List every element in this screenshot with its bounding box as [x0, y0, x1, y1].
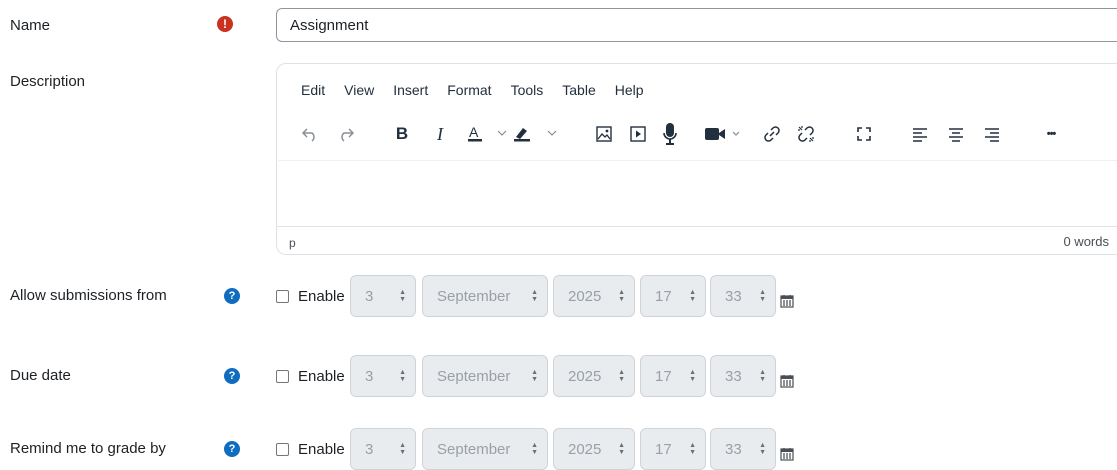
chevron-up-down-icon: ▲ ▼ [618, 289, 625, 303]
align-center-icon[interactable] [945, 118, 967, 150]
chevron-up-down-icon: ▲ ▼ [531, 289, 538, 303]
question-circle-icon[interactable]: ? [224, 368, 240, 384]
remind-me-to-grade-by-minute-select[interactable]: 33 ▲ ▼ [710, 428, 776, 470]
description-editor: Edit View Insert Format Tools Table Help… [276, 63, 1117, 255]
word-count: 0 words [1063, 234, 1109, 249]
bold-icon[interactable]: B [391, 118, 413, 150]
allow-submissions-from-enable-label: Enable [298, 288, 345, 305]
minute-value: 33 [725, 440, 742, 458]
image-icon[interactable] [593, 118, 615, 150]
remind-me-to-grade-by-enable-label: Enable [298, 441, 345, 458]
calendar-icon[interactable] [780, 447, 794, 461]
year-value: 2025 [568, 287, 602, 305]
svg-text:A: A [469, 124, 479, 140]
allow-submissions-from-month-select[interactable]: September ▲ ▼ [422, 275, 548, 317]
editor-menubar: Edit View Insert Format Tools Table Help [301, 82, 663, 98]
more-icon[interactable]: ••• [1039, 118, 1063, 150]
chevron-up-down-icon: ▲ ▼ [689, 442, 696, 456]
chevron-up-down-icon: ▲ ▼ [759, 289, 766, 303]
record-video-icon[interactable] [703, 118, 747, 150]
year-value: 2025 [568, 440, 602, 458]
chevron-up-down-icon: ▲ ▼ [531, 369, 538, 383]
question-circle-icon[interactable]: ? [224, 441, 240, 457]
due-date-hour-select[interactable]: 17 ▲ ▼ [640, 355, 706, 397]
month-value: September [437, 367, 511, 385]
calendar-icon[interactable] [780, 294, 794, 308]
allow-submissions-from-hour-select[interactable]: 17 ▲ ▼ [640, 275, 706, 317]
question-circle-icon[interactable]: ? [224, 288, 240, 304]
menu-edit[interactable]: Edit [301, 82, 325, 98]
remind-me-to-grade-by-year-select[interactable]: 2025 ▲ ▼ [553, 428, 635, 470]
bold-glyph: B [395, 124, 409, 143]
due-date-enable-checkbox[interactable] [276, 370, 289, 383]
day-value: 3 [365, 367, 374, 385]
allow-submissions-from-year-select[interactable]: 2025 ▲ ▼ [553, 275, 635, 317]
unlink-icon[interactable] [795, 118, 817, 150]
calendar-icon[interactable] [780, 374, 794, 388]
month-value: September [437, 287, 511, 305]
remind-me-to-grade-by-day-select[interactable]: 3 ▲ ▼ [350, 428, 416, 470]
chevron-up-down-icon: ▲ ▼ [531, 442, 538, 456]
due-date-day-select[interactable]: 3 ▲ ▼ [350, 355, 416, 397]
chevron-up-down-icon: ▲ ▼ [689, 369, 696, 383]
menu-help[interactable]: Help [615, 82, 644, 98]
remind-me-to-grade-by-month-select[interactable]: September ▲ ▼ [422, 428, 548, 470]
remind-me-to-grade-by-label: Remind me to grade by [10, 440, 166, 457]
highlight-color-icon[interactable] [511, 118, 559, 150]
chevron-up-down-icon: ▲ ▼ [399, 442, 406, 456]
hour-value: 17 [655, 287, 672, 305]
menu-format[interactable]: Format [447, 82, 491, 98]
remind-me-to-grade-by-hour-select[interactable]: 17 ▲ ▼ [640, 428, 706, 470]
more-glyph: ••• [1046, 128, 1057, 140]
toolbar-divider [278, 160, 1117, 161]
allow-submissions-from-minute-select[interactable]: 33 ▲ ▼ [710, 275, 776, 317]
day-value: 3 [365, 440, 374, 458]
allow-submissions-from-enable-checkbox[interactable] [276, 290, 289, 303]
record-audio-icon[interactable] [659, 118, 681, 150]
chevron-up-down-icon: ▲ ▼ [689, 289, 696, 303]
menu-table[interactable]: Table [562, 82, 595, 98]
media-icon[interactable] [627, 118, 649, 150]
chevron-up-down-icon: ▲ ▼ [759, 442, 766, 456]
due-date-month-select[interactable]: September ▲ ▼ [422, 355, 548, 397]
undo-icon[interactable] [299, 118, 321, 150]
due-date-enable-label: Enable [298, 368, 345, 385]
allow-submissions-from-day-select[interactable]: 3 ▲ ▼ [350, 275, 416, 317]
day-value: 3 [365, 287, 374, 305]
chevron-up-down-icon: ▲ ▼ [399, 369, 406, 383]
menu-insert[interactable]: Insert [393, 82, 428, 98]
menu-view[interactable]: View [344, 82, 374, 98]
text-color-icon[interactable]: A [465, 118, 509, 150]
italic-icon[interactable]: I [429, 118, 451, 150]
hour-value: 17 [655, 440, 672, 458]
align-left-icon[interactable] [909, 118, 931, 150]
statusbar-divider [277, 226, 1117, 227]
month-value: September [437, 440, 511, 458]
chevron-up-down-icon: ▲ ▼ [618, 369, 625, 383]
allow-submissions-from-label: Allow submissions from [10, 287, 167, 304]
menu-tools[interactable]: Tools [511, 82, 544, 98]
exclamation-circle-icon[interactable]: ! [217, 16, 233, 32]
redo-icon[interactable] [335, 118, 357, 150]
description-label: Description [10, 73, 86, 90]
italic-glyph: I [437, 123, 443, 144]
align-right-icon[interactable] [981, 118, 1003, 150]
year-value: 2025 [568, 367, 602, 385]
remind-me-to-grade-by-enable-checkbox[interactable] [276, 443, 289, 456]
due-date-minute-select[interactable]: 33 ▲ ▼ [710, 355, 776, 397]
name-input[interactable] [276, 8, 1117, 42]
fullscreen-icon[interactable] [853, 118, 875, 150]
chevron-up-down-icon: ▲ ▼ [759, 369, 766, 383]
minute-value: 33 [725, 367, 742, 385]
element-path[interactable]: p [289, 236, 296, 250]
minute-value: 33 [725, 287, 742, 305]
hour-value: 17 [655, 367, 672, 385]
due-date-year-select[interactable]: 2025 ▲ ▼ [553, 355, 635, 397]
chevron-up-down-icon: ▲ ▼ [399, 289, 406, 303]
link-icon[interactable] [761, 118, 783, 150]
name-label: Name [10, 17, 51, 34]
chevron-up-down-icon: ▲ ▼ [618, 442, 625, 456]
due-date-label: Due date [10, 367, 71, 384]
